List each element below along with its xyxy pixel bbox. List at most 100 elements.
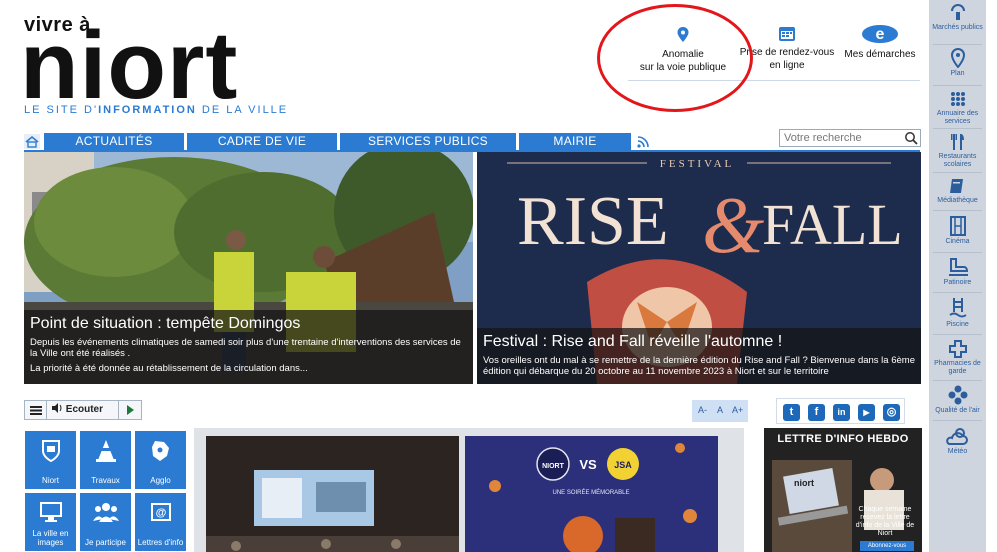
tile-label: Niort	[42, 476, 59, 485]
sidebar-item-cinema[interactable]: Cinéma	[929, 216, 986, 246]
sidebar-item-label: Marchés publics	[932, 24, 983, 31]
hero-text: Depuis les événements climatiques de sam…	[30, 337, 461, 359]
sidebar-item-label: Plan	[950, 70, 965, 77]
match-tagline: UNE SOIRÉE MÉMORABLE	[552, 489, 629, 496]
poster-rise-text: RISE	[517, 183, 669, 260]
poster-fall-text: FALL	[762, 192, 903, 257]
quick-link-label: Mes démarches	[844, 49, 916, 60]
sidebar-item-piscine[interactable]: Piscine	[929, 297, 986, 329]
listen-label: Ecouter	[65, 404, 104, 415]
poster-festival-label: FESTIVAL	[660, 158, 735, 170]
logo-big-text: niort	[20, 12, 239, 119]
highlight-annotation	[597, 4, 753, 112]
newsletter-subscribe-button[interactable]: Abonnez-vous	[860, 541, 914, 551]
poster-amp-text: &	[702, 182, 764, 270]
newsletter-text: Chaque semaine recevez la lettre d'info …	[855, 506, 915, 537]
sidebar-item-label: Piscine	[946, 321, 969, 328]
air-quality-icon	[948, 385, 967, 405]
people-icon	[92, 503, 119, 522]
calendar-icon	[779, 27, 795, 41]
rss-icon[interactable]	[636, 135, 650, 149]
cone-icon	[95, 440, 116, 462]
sidebar-item-label: Météo	[947, 448, 968, 455]
sidebar-item-qualite-air[interactable]: Qualité de l'air	[929, 385, 986, 415]
match-right-team: JSA	[614, 460, 632, 470]
linkedin-icon[interactable]: in	[833, 404, 850, 421]
sidebar-item-patinoire[interactable]: Patinoire	[929, 257, 986, 287]
sidebar-item-label: Patinoire	[943, 279, 972, 286]
hero-text: Vos oreilles ont du mal à se remettre de…	[483, 355, 915, 377]
newsletter-promo[interactable]: LETTRE D'INFO HEBDO niort Chaque semaine…	[764, 428, 922, 552]
book-icon	[949, 179, 963, 193]
sidebar-item-label: Cinéma	[945, 238, 970, 245]
sidebar-item-label: Qualité de l'air	[935, 407, 980, 414]
cutlery-icon	[950, 134, 964, 150]
sidebar-item-mediatheque[interactable]: Médiathèque	[929, 177, 986, 205]
tile-niort[interactable]: Niort	[25, 431, 76, 489]
listen-player: Ecouter	[24, 400, 142, 420]
instagram-icon[interactable]: ◎	[883, 404, 900, 421]
font-smaller-button[interactable]: A-	[698, 405, 707, 415]
sidebar-item-meteo[interactable]: Météo	[929, 426, 986, 456]
sidebar-item-marches-publics[interactable]: Marchés publics	[929, 4, 986, 32]
e-services-icon: e	[862, 25, 898, 43]
hero-slide-festival[interactable]: FESTIVAL RISE & FALL Festival : Rise and…	[477, 152, 921, 384]
nav-actualites[interactable]: ACTUALITÉS	[44, 133, 184, 150]
twitter-icon[interactable]: t	[783, 404, 800, 421]
tile-agglo[interactable]: Agglo	[135, 431, 186, 489]
home-icon[interactable]	[24, 134, 40, 149]
listen-button[interactable]: Ecouter	[47, 401, 119, 419]
tile-travaux[interactable]: Travaux	[80, 431, 131, 489]
speaker-icon	[52, 403, 62, 413]
sidebar-item-plan[interactable]: Plan	[929, 48, 986, 78]
media-basket-poster[interactable]: NIORT VS JSA UNE SOIRÉE MÉMORABLE	[465, 436, 718, 552]
crest-icon	[41, 440, 60, 463]
match-vs: VS	[579, 457, 597, 472]
facebook-icon[interactable]: f	[808, 404, 825, 421]
youtube-icon[interactable]: ▶	[858, 404, 875, 421]
pharmacy-cross-icon	[948, 340, 967, 358]
sidebar-item-label: Médiathèque	[937, 197, 978, 204]
tile-ville-en-images[interactable]: La ville en images	[25, 493, 76, 551]
directory-icon	[950, 92, 965, 106]
font-size-controls: A- A A+	[692, 400, 748, 422]
sidebar-item-label: Pharmacies de garde	[934, 360, 981, 375]
sidebar-item-restaurants[interactable]: Restaurants scolaires	[929, 133, 986, 169]
sidebar-item-annuaire[interactable]: Annuaire des services	[929, 90, 986, 126]
nav-services-publics[interactable]: SERVICES PUBLICS	[340, 133, 516, 150]
market-icon	[950, 4, 965, 20]
menu-icon[interactable]	[25, 401, 47, 419]
hero-slide-storm[interactable]: Point de situation : tempête Domingos De…	[24, 152, 473, 384]
font-normal-button[interactable]: A	[717, 405, 723, 415]
play-icon[interactable]	[119, 401, 141, 419]
skate-icon	[948, 258, 968, 276]
search-icon[interactable]	[904, 131, 918, 145]
media-conference-photo[interactable]	[206, 436, 459, 552]
right-sidebar: Marchés publics Plan Annuaire des servic…	[929, 0, 986, 552]
font-larger-button[interactable]: A+	[732, 405, 743, 415]
svg-text:@: @	[155, 507, 166, 519]
hero-text-more: La priorité à été donnée au rétablisseme…	[30, 363, 308, 374]
nav-mairie[interactable]: MAIRIE	[519, 133, 631, 150]
svg-text:e: e	[876, 26, 885, 43]
hero-caption: Festival : Rise and Fall réveille l'auto…	[477, 328, 921, 384]
weather-icon	[945, 428, 968, 445]
tile-je-participe[interactable]: Je participe	[80, 493, 131, 551]
hero-title[interactable]: Festival : Rise and Fall réveille l'auto…	[483, 332, 915, 352]
nav-cadre-de-vie[interactable]: CADRE DE VIE	[187, 133, 337, 150]
newsletter-icon: @	[150, 503, 171, 521]
map-region-icon	[151, 441, 169, 461]
tile-label: Agglo	[150, 476, 171, 485]
logo-tagline: LE SITE D'INFORMATION DE LA VILLE	[24, 104, 289, 116]
sidebar-item-pharmacies[interactable]: Pharmacies de garde	[929, 340, 986, 376]
hero-title[interactable]: Point de situation : tempête Domingos	[30, 314, 467, 334]
tile-label: Travaux	[91, 476, 120, 485]
newsletter-laptop-text: niort	[794, 478, 814, 488]
monitor-icon	[39, 502, 62, 522]
tile-lettres-info[interactable]: @ Lettres d'info	[135, 493, 186, 551]
search-input[interactable]: Votre recherche	[779, 129, 921, 147]
quick-link-demarches[interactable]: e Mes démarches	[840, 24, 920, 84]
site-logo[interactable]: vivre à niort LE SITE D'INFORMATION DE L…	[20, 14, 314, 119]
match-left-team: NIORT	[542, 463, 565, 470]
tile-label: Je participe	[85, 538, 126, 547]
